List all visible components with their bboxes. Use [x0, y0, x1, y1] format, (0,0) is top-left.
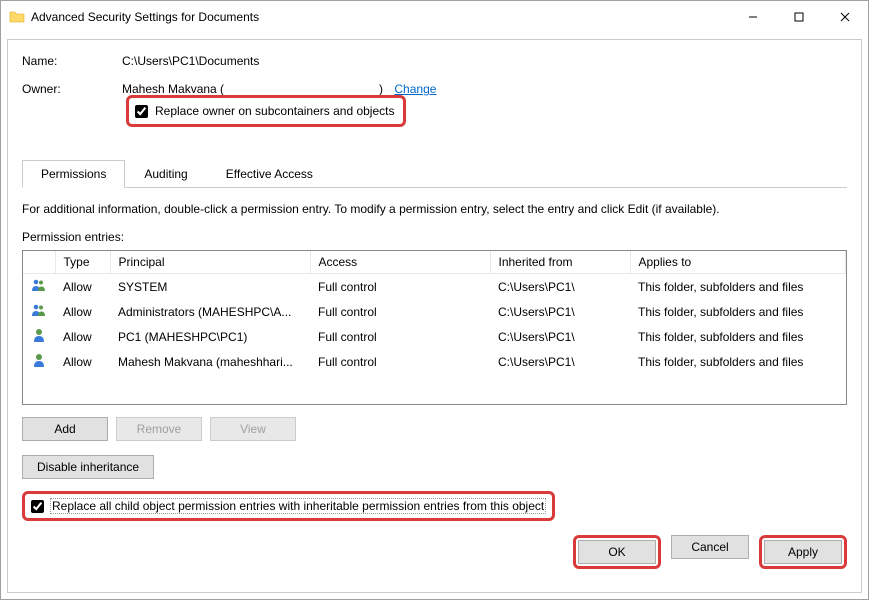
change-owner-link[interactable]: Change [394, 82, 436, 96]
col-principal[interactable]: Principal [110, 251, 310, 274]
tab-permissions[interactable]: Permissions [22, 160, 125, 188]
row-icon [23, 324, 55, 349]
cell-type: Allow [55, 324, 110, 349]
cell-access: Full control [310, 349, 490, 374]
ok-button[interactable]: OK [578, 540, 656, 564]
user-icon [31, 352, 47, 368]
permission-buttons: Add Remove View [22, 417, 847, 441]
name-row: Name: C:\Users\PC1\Documents [22, 54, 847, 68]
remove-button[interactable]: Remove [116, 417, 202, 441]
titlebar: Advanced Security Settings for Documents [1, 1, 868, 33]
row-icon [23, 274, 55, 300]
table-row[interactable]: AllowMahesh Makvana (maheshhari...Full c… [23, 349, 846, 374]
dialog-buttons: OK Cancel Apply [22, 535, 847, 569]
replace-child-checkbox[interactable] [31, 500, 44, 513]
disable-inheritance-button[interactable]: Disable inheritance [22, 455, 154, 479]
cell-access: Full control [310, 299, 490, 324]
row-icon [23, 349, 55, 374]
cell-principal: PC1 (MAHESHPC\PC1) [110, 324, 310, 349]
cell-access: Full control [310, 274, 490, 300]
window-controls [730, 2, 868, 32]
owner-name: Mahesh Makvana ( [122, 82, 224, 96]
apply-button[interactable]: Apply [764, 540, 842, 564]
cell-principal: Administrators (MAHESHPC\A... [110, 299, 310, 324]
ok-highlight: OK [573, 535, 661, 569]
view-button[interactable]: View [210, 417, 296, 441]
cell-inherited: C:\Users\PC1\ [490, 274, 630, 300]
cell-applies: This folder, subfolders and files [630, 349, 846, 374]
entries-label: Permission entries: [22, 230, 847, 244]
name-value: C:\Users\PC1\Documents [122, 54, 259, 68]
permission-table-container: Type Principal Access Inherited from App… [22, 250, 847, 405]
group-icon [31, 302, 47, 318]
owner-redacted: . [224, 82, 379, 96]
replace-child-label[interactable]: Replace all child object permission entr… [50, 498, 546, 514]
folder-icon [9, 9, 25, 25]
cell-applies: This folder, subfolders and files [630, 324, 846, 349]
cell-inherited: C:\Users\PC1\ [490, 324, 630, 349]
cell-applies: This folder, subfolders and files [630, 299, 846, 324]
maximize-button[interactable] [776, 2, 822, 32]
minimize-button[interactable] [730, 2, 776, 32]
replace-owner-highlight: Replace owner on subcontainers and objec… [126, 95, 406, 127]
cell-type: Allow [55, 299, 110, 324]
col-inherited[interactable]: Inherited from [490, 251, 630, 274]
table-row[interactable]: AllowAdministrators (MAHESHPC\A...Full c… [23, 299, 846, 324]
replace-owner-label[interactable]: Replace owner on subcontainers and objec… [154, 104, 395, 118]
user-icon [31, 327, 47, 343]
replace-owner-checkbox[interactable] [135, 105, 148, 118]
window-title: Advanced Security Settings for Documents [31, 10, 730, 24]
col-type[interactable]: Type [55, 251, 110, 274]
replace-child-highlight: Replace all child object permission entr… [22, 491, 555, 521]
tab-auditing[interactable]: Auditing [125, 160, 206, 187]
row-icon [23, 299, 55, 324]
permissions-info-text: For additional information, double-click… [22, 202, 847, 216]
owner-label: Owner: [22, 82, 122, 96]
permissions-panel: For additional information, double-click… [22, 188, 847, 569]
owner-paren: ) [379, 82, 383, 96]
table-row[interactable]: AllowSYSTEMFull controlC:\Users\PC1\This… [23, 274, 846, 300]
col-access[interactable]: Access [310, 251, 490, 274]
cell-principal: SYSTEM [110, 274, 310, 300]
owner-row: Owner: Mahesh Makvana (.) Change [22, 82, 847, 96]
security-settings-window: Advanced Security Settings for Documents… [0, 0, 869, 600]
cancel-wrap: Cancel [671, 535, 749, 569]
name-label: Name: [22, 54, 122, 68]
apply-highlight: Apply [759, 535, 847, 569]
col-applies[interactable]: Applies to [630, 251, 846, 274]
cancel-button[interactable]: Cancel [671, 535, 749, 559]
col-icon[interactable] [23, 251, 55, 274]
close-button[interactable] [822, 2, 868, 32]
group-icon [31, 277, 47, 293]
permission-table[interactable]: Type Principal Access Inherited from App… [23, 251, 846, 374]
cell-principal: Mahesh Makvana (maheshhari... [110, 349, 310, 374]
cell-type: Allow [55, 349, 110, 374]
tabs-container: Permissions Auditing Effective Access Fo… [22, 160, 847, 569]
tab-strip: Permissions Auditing Effective Access [22, 160, 847, 188]
cell-type: Allow [55, 274, 110, 300]
cell-inherited: C:\Users\PC1\ [490, 299, 630, 324]
table-row[interactable]: AllowPC1 (MAHESHPC\PC1)Full controlC:\Us… [23, 324, 846, 349]
cell-access: Full control [310, 324, 490, 349]
tab-effective-access[interactable]: Effective Access [207, 160, 332, 187]
owner-value: Mahesh Makvana (.) Change [122, 82, 436, 96]
disable-inheritance-row: Disable inheritance [22, 455, 847, 479]
cell-inherited: C:\Users\PC1\ [490, 349, 630, 374]
add-button[interactable]: Add [22, 417, 108, 441]
cell-applies: This folder, subfolders and files [630, 274, 846, 300]
content-area: Name: C:\Users\PC1\Documents Owner: Mahe… [7, 39, 862, 593]
